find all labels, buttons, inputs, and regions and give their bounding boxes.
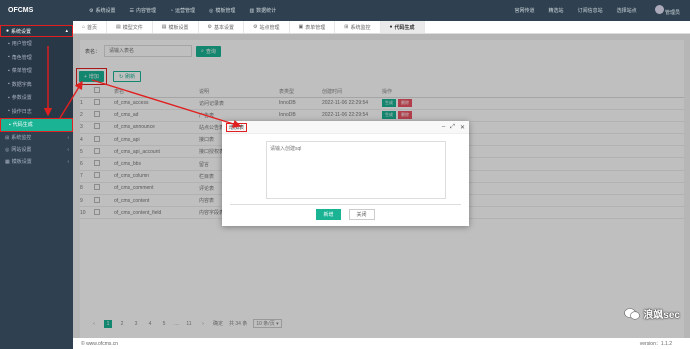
sidebar: ● 系统设置 ▴ ▪ 用户管理 ▪ 角色管理 ▪ 菜单管理 ▪ 数据字典 ▪ 参数设置 ▪ 操作… (0, 21, 73, 349)
document-icon: ☰ (129, 7, 134, 14)
app-logo: OFCMS (8, 7, 34, 14)
create-sql-textarea[interactable] (266, 141, 446, 199)
tab-codegen[interactable]: ● 代码生成 (380, 21, 425, 33)
topright-link-3[interactable]: 订阅信息站 (578, 7, 603, 14)
maximize-icon[interactable]: ⤢ (450, 124, 455, 131)
topnav-item-content[interactable]: ☰ 内容管理 (129, 7, 157, 15)
dialog-close-button[interactable]: 关闭 (348, 209, 375, 220)
user-icon: ▪ (8, 108, 10, 115)
top-nav-menu: ⚙ 系统设置 ☰ 内容管理 ◔ 运营管理 ◎ 模板管理 ▥ 数据统计 (89, 7, 276, 15)
globe-icon: ◎ (209, 7, 214, 14)
user-icon: ▪ (8, 54, 10, 61)
sidebar-item-menus[interactable]: ▪ 菜单管理 (0, 64, 73, 78)
copyright-text: © www.ofcms.cn (81, 340, 119, 347)
sidebar-group-template[interactable]: ▦ 模板设置 ‹ (0, 156, 73, 168)
home-icon: ⌂ (82, 24, 86, 30)
tab-site-management[interactable]: ⚙ 站点管理 (244, 21, 290, 33)
avatar (654, 5, 664, 14)
user-icon: ▪ (8, 94, 10, 101)
sidebar-item-dictionary[interactable]: ▪ 数据字典 (0, 77, 73, 91)
page-footer: © www.ofcms.cn version：1.1.2 (73, 338, 690, 349)
tab-model-files[interactable]: ▤ 模型文件 (107, 21, 153, 33)
dialog-controls: – ⤢ ✕ (442, 124, 465, 131)
sidebar-group-system[interactable]: ● 系统设置 ▴ (0, 25, 73, 37)
sidebar-item-users[interactable]: ▪ 用户管理 (0, 37, 73, 51)
topright-link-2[interactable]: 精选站 (549, 7, 564, 14)
add-table-dialog: 增加表 – ⤢ ✕ 新增 关闭 (222, 121, 469, 226)
user-menu[interactable]: 管理员 (651, 5, 680, 16)
confirm-add-button[interactable]: 新增 (316, 209, 341, 220)
topright-link-1[interactable]: 官网传道 (515, 7, 535, 14)
top-right-menu: 官网传道 精选站 订阅信息站 选择站点 管理员 (515, 5, 690, 16)
file-icon: ▤ (161, 24, 167, 30)
dialog-footer: 新增 关闭 (230, 204, 461, 224)
topnav-item-stats[interactable]: ▥ 数据统计 (249, 7, 276, 15)
tab-form-management[interactable]: ▣ 表单管理 (290, 21, 336, 33)
file-icon: ▤ (116, 24, 121, 30)
form-icon: ▣ (298, 24, 304, 30)
chart-icon: ◔ (170, 7, 174, 14)
page-tabs: ⌂ 首页 ▤ 模型文件 ▤ 模板设置 ⚙ 基本设置 ⚙ 站点管理 ▣ 表单管理 ⊞ 系统监控 … (73, 21, 690, 34)
watermark: 浪飒sec (624, 306, 680, 321)
sidebar-item-logs[interactable]: ▪ 操作日志 (0, 104, 73, 118)
dialog-title: 增加表 (226, 122, 248, 132)
sidebar-group-monitor[interactable]: ⊞ 系统监控 ‹ (0, 132, 73, 144)
tab-system-monitor[interactable]: ⊞ 系统监控 (335, 21, 381, 33)
top-navbar: OFCMS ⚙ 系统设置 ☰ 内容管理 ◔ 运营管理 ◎ 模板管理 ▥ 数据统计 官网传道… (0, 0, 690, 21)
user-icon: ● (389, 24, 393, 30)
user-icon: ▪ (8, 67, 10, 74)
monitor-icon: ⊞ (5, 134, 10, 141)
user-icon: ▪ (8, 40, 10, 47)
sidebar-group-site[interactable]: ◎ 网站设置 ‹ (0, 144, 73, 156)
sidebar-item-params[interactable]: ▪ 参数设置 (0, 91, 73, 105)
gear-icon: ⚙ (253, 24, 258, 30)
tab-basic-settings[interactable]: ⚙ 基本设置 (199, 21, 245, 33)
gear-icon: ⚙ (89, 7, 94, 14)
sidebar-item-codegen[interactable]: ▪ 代码生成 (0, 118, 73, 132)
chevron-left-icon: ‹ (67, 158, 69, 165)
topnav-item-system[interactable]: ⚙ 系统设置 (89, 7, 116, 15)
topnav-item-template[interactable]: ◎ 模板管理 (209, 7, 235, 15)
chevron-up-icon: ▴ (65, 28, 68, 34)
tab-template-settings[interactable]: ▤ 模板设置 (153, 21, 199, 33)
gear-icon: ⚙ (207, 24, 213, 30)
chevron-left-icon: ‹ (67, 146, 69, 153)
site-selector[interactable]: 选择站点 (617, 7, 637, 14)
chevron-left-icon: ‹ (67, 134, 69, 141)
wechat-icon (624, 307, 641, 320)
tab-home[interactable]: ⌂ 首页 (73, 21, 108, 33)
bar-chart-icon: ▥ (249, 7, 255, 14)
user-icon: ● (6, 28, 10, 34)
close-icon[interactable]: ✕ (460, 124, 465, 131)
sidebar-item-roles[interactable]: ▪ 角色管理 (0, 50, 73, 64)
minimize-icon[interactable]: – (442, 124, 445, 131)
globe-icon: ◎ (5, 146, 10, 153)
monitor-icon: ⊞ (344, 24, 349, 30)
dialog-header: 增加表 – ⤢ ✕ (222, 121, 469, 134)
code-icon: ▪ (9, 121, 11, 128)
template-icon: ▦ (5, 158, 10, 165)
topnav-item-operation[interactable]: ◔ 运营管理 (170, 7, 195, 15)
user-icon: ▪ (8, 81, 10, 88)
watermark-text: 浪飒sec (643, 310, 680, 321)
version-text: version：1.1.2 (639, 341, 672, 347)
